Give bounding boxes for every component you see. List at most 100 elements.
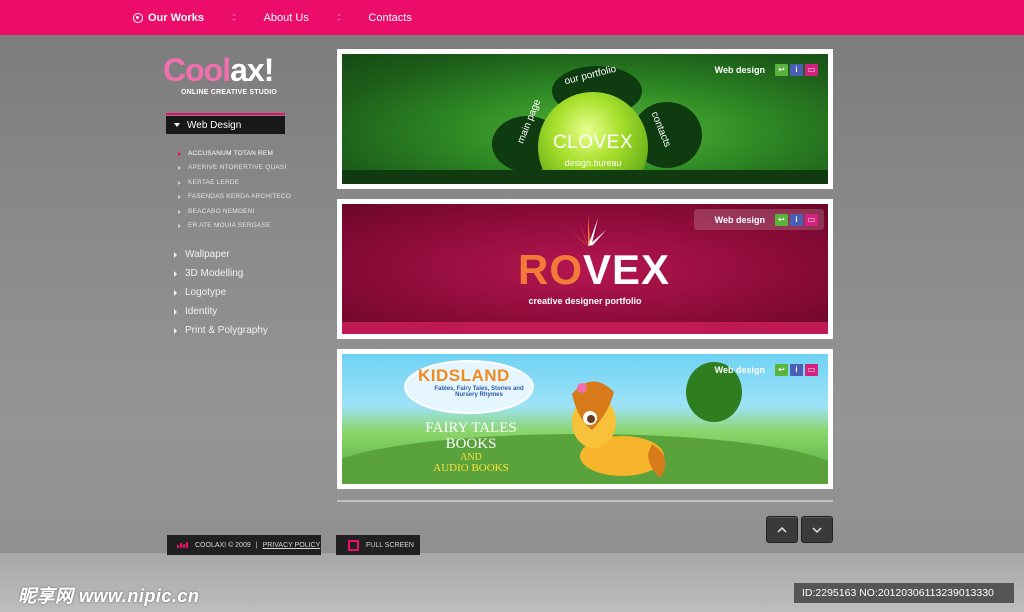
- info-icon[interactable]: i: [790, 63, 803, 76]
- caret-down-icon: [174, 123, 180, 127]
- share-icon[interactable]: ↩: [775, 63, 788, 76]
- arrow-right-icon: [174, 289, 177, 296]
- card-headline-line: FAIRY TALES: [425, 420, 517, 436]
- share-icon[interactable]: ↩: [775, 213, 788, 226]
- fullscreen-icon: [348, 539, 359, 551]
- card-tag-label: Web design: [714, 364, 765, 375]
- sidebar-item-label: Wallpaper: [185, 249, 230, 260]
- sidebar-subitem[interactable]: APERIVE NTORERTIVE QUASI: [178, 164, 286, 171]
- info-icon[interactable]: i: [790, 213, 803, 226]
- subitem-label: ACCUSANUM TOTAN REM: [188, 150, 274, 157]
- logo-text-part2: ax!: [230, 52, 274, 88]
- sidebar-item-3d-modelling[interactable]: 3D Modelling: [174, 268, 243, 279]
- portfolio-thumbnail: KIDSLAND Fables, Fairy Tales, Stories an…: [342, 354, 828, 484]
- portfolio-card-kidsland[interactable]: KIDSLAND Fables, Fairy Tales, Stories an…: [337, 349, 833, 489]
- card-tag-bar: Web design ↩ i ▭: [694, 209, 824, 230]
- subitem-label: FASENDAS KERDA ARCHITECO: [188, 193, 292, 200]
- bullet-icon: [178, 209, 182, 214]
- card-tag-bar: Web design ↩ i ▭: [694, 59, 824, 80]
- bullet-icon: [178, 151, 182, 156]
- bullet-icon: [178, 194, 182, 199]
- sidebar-item-label: Logotype: [185, 287, 227, 298]
- chevron-up-icon: [777, 526, 787, 533]
- grass-strip: [342, 170, 828, 184]
- info-icon[interactable]: i: [790, 363, 803, 376]
- footer-copyright: COOLAX! © 2009: [195, 541, 251, 549]
- sidebar-item-label: 3D Modelling: [185, 268, 244, 279]
- portfolio-thumbnail: CLOVEX design.bureau our portfolio main …: [342, 54, 828, 184]
- arrow-right-icon: [174, 308, 177, 315]
- subitem-label: BEACABO NEMOENI: [188, 208, 255, 215]
- subitem-label: KERTAE LERDE: [188, 179, 240, 186]
- full-screen-label: FULL SCREEN: [366, 541, 414, 549]
- bullet-icon: [178, 223, 182, 228]
- sidebar-subitem[interactable]: FASENDAS KERDA ARCHITECO: [178, 193, 291, 200]
- bars-icon: [177, 542, 189, 548]
- sidebar-item-wallpaper[interactable]: Wallpaper: [174, 249, 230, 260]
- nav-item-about-us[interactable]: About Us: [264, 12, 309, 24]
- portfolio-card-clovex[interactable]: CLOVEX design.bureau our portfolio main …: [337, 49, 833, 189]
- comment-icon[interactable]: ▭: [805, 63, 818, 76]
- sidebar-subitem[interactable]: ER ATE MOUIA SERGASE: [178, 222, 271, 229]
- card-subtitle: design.bureau: [564, 158, 622, 168]
- sidebar-subitem[interactable]: BEACABO NEMOENI: [178, 208, 255, 215]
- main-nav: Our Works :: About Us :: Contacts: [133, 0, 412, 35]
- footer-copyright-box: COOLAX! © 2009 | PRIVACY POLICY: [167, 535, 321, 555]
- scroll-down-button[interactable]: [801, 516, 833, 543]
- card-title: CLOVEX: [552, 132, 634, 153]
- kidsland-subtitle: Fables, Fairy Tales, Stories and Nursery…: [434, 386, 524, 398]
- watermark-left: 昵享网 www.nipic.cn: [18, 586, 200, 606]
- comment-icon[interactable]: ▭: [805, 213, 818, 226]
- card-tag-label: Web design: [714, 64, 765, 75]
- bottom-band: [342, 322, 828, 334]
- pony-illustration: [572, 381, 666, 478]
- rovex-logo: ROVEX: [518, 246, 670, 294]
- arrow-right-icon: [174, 327, 177, 334]
- flower-burst-icon: [570, 214, 606, 246]
- watermark-id-box: ID:2295163 NO:20120306113239013330: [794, 583, 1014, 603]
- comment-icon[interactable]: ▭: [805, 363, 818, 376]
- sidebar-item-label: Web Design: [187, 119, 242, 131]
- nav-separator: ::: [232, 12, 236, 23]
- nav-item-our-works[interactable]: Our Works: [133, 12, 204, 24]
- sidebar-subitem[interactable]: KERTAE LERDE: [178, 179, 239, 186]
- full-screen-button[interactable]: FULL SCREEN: [336, 535, 420, 555]
- arrow-right-icon: [174, 251, 177, 258]
- site-logo[interactable]: Coolax!: [163, 52, 274, 88]
- portfolio-card-rovex[interactable]: ROVEX creative designer portfolio Web de…: [337, 199, 833, 339]
- card-headline-line: BOOKS: [445, 436, 497, 452]
- content-divider: [337, 500, 833, 502]
- card-title-part2: VEX: [583, 246, 671, 293]
- sidebar-item-label: Identity: [185, 306, 218, 317]
- footer-divider: |: [255, 541, 258, 549]
- sidebar-subitem[interactable]: ACCUSANUM TOTAN REM: [178, 150, 273, 157]
- card-tag-bar: Web design ↩ i ▭: [694, 359, 824, 380]
- sidebar-accent-line: [166, 113, 285, 115]
- portfolio-thumbnail: ROVEX creative designer portfolio Web de…: [342, 204, 828, 334]
- privacy-policy-link[interactable]: PRIVACY POLICY: [263, 542, 321, 549]
- arrow-right-icon: [174, 270, 177, 277]
- bullet-icon: [178, 180, 182, 185]
- chevron-down-icon: [812, 526, 822, 533]
- nav-label: Our Works: [148, 11, 205, 24]
- subitem-label: ER ATE MOUIA SERGASE: [188, 222, 271, 229]
- nav-separator: ::: [336, 12, 341, 23]
- sidebar-item-label: Print & Polygraphy: [185, 325, 268, 336]
- nav-label: Contacts: [368, 11, 412, 24]
- bullet-icon: [178, 165, 182, 170]
- sidebar-item-web-design[interactable]: Web Design: [166, 116, 285, 134]
- nav-label: About Us: [263, 11, 309, 24]
- nav-item-contacts[interactable]: Contacts: [368, 12, 411, 24]
- sidebar-item-logotype[interactable]: Logotype: [174, 287, 226, 298]
- sidebar-item-identity[interactable]: Identity: [174, 306, 217, 317]
- kidsland-title: KIDSLAND: [418, 366, 510, 385]
- card-subtitle: creative designer portfolio: [528, 296, 642, 306]
- logo-text-part1: Cool: [163, 52, 231, 88]
- card-title-part1: RO: [518, 246, 583, 293]
- sidebar-item-print-polygraphy[interactable]: Print & Polygraphy: [174, 325, 268, 336]
- radio-bullet-icon: [133, 12, 143, 23]
- scroll-up-button[interactable]: [766, 516, 798, 543]
- share-icon[interactable]: ↩: [775, 363, 788, 376]
- logo-tagline: ONLINE CREATIVE STUDIO: [181, 89, 278, 96]
- subitem-label: APERIVE NTORERTIVE QUASI: [188, 164, 287, 171]
